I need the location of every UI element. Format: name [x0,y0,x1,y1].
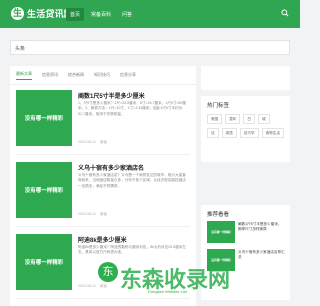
tag-item[interactable]: 美国 [207,114,223,124]
tag-item[interactable]: 童年 [225,114,241,124]
category-tabs: 最新文章 信息资讯 综合新闻 知识技巧 信息分享 [10,66,196,85]
recommend-title: 推荐看看 [207,212,230,218]
post-meta: 2022-06-21 阅读 [78,284,107,289]
post-meta: 2022-06-21 阅读 [78,140,107,145]
nav-item-encyclopedia[interactable]: 常备百科 [87,8,115,21]
post-meta: 2022-06-21 阅读 [78,212,107,217]
site-logo[interactable]: 生 生活贷讯网 [11,7,73,20]
nav-item-qa[interactable]: 问答 [118,8,136,21]
post-title[interactable]: 义乌十宿有多少家酒店名 [78,163,144,172]
tag-item[interactable]: 食物生活 [261,128,284,138]
post-title[interactable]: 阐数1尺5寸半是多少厘米 [78,91,145,100]
hot-tags-widget: 热门标签 美国 童年 白 城 佳 英语 技巧学 食物生活 [201,96,290,162]
post-date: 2022-06-21 [78,212,96,216]
tag-item[interactable]: 白 [243,114,255,124]
recommend-thumbnail[interactable]: 没有哪一样精彩 [207,221,235,243]
tag-cloud: 美国 童年 白 城 佳 英语 技巧学 食物生活 [201,112,290,140]
list-item[interactable]: 没有哪一样精彩 阐数1尺5寸半是多少厘米 1、尺5寸是多少厘米？1尺=33.3厘… [16,86,190,155]
recommend-item[interactable]: 没有哪一样精彩 阐数1尺5寸半是多少厘米，脚掌尺寸怎样换算 [207,221,285,243]
tag-item[interactable]: 城 [257,114,270,124]
breadcrumb-label[interactable]: 头条 [15,45,25,52]
recommend-item-title[interactable]: 义乌十宿有多少家酒店名称汇总 [238,250,285,260]
tag-item[interactable]: 技巧学 [239,128,259,138]
post-views: 阅读 [99,284,107,288]
header: 生 生活贷讯网 首页 常备百科 问答 [0,0,300,28]
tab-info[interactable]: 信息资讯 [42,72,58,78]
sidebar-blank-widget [201,66,290,90]
post-thumbnail[interactable]: 没有哪一样精彩 [16,162,72,218]
post-excerpt: 1、尺5寸是多少厘米？1尺=33.3厘米，5寸=16.7厘米，1尺5寸≈50厘米… [78,101,187,116]
tag-item[interactable]: 英语 [221,128,237,138]
tag-item[interactable]: 佳 [207,128,219,138]
watermark-subtitle: Dongsen Website List [148,289,187,294]
logo-icon: 生 [11,7,24,20]
recommend-item-title[interactable]: 阐数1尺5寸半是多少厘米，脚掌尺寸怎样换算 [238,222,285,232]
post-date: 2022-06-21 [78,140,96,144]
post-excerpt: 义乌十宿有多少家酒店名？义乌是一个商贸发达的城市，吸引大量客商前来，当地酒店数量… [78,173,186,188]
tab-news[interactable]: 综合新闻 [68,72,84,78]
post-date: 2022-06-21 [78,284,96,288]
tab-share[interactable]: 信息分享 [120,72,136,78]
post-views: 阅读 [99,140,107,144]
nav-item-home[interactable]: 首页 [66,8,85,21]
post-title[interactable]: 阿迪8k是多少厘米 [78,235,127,244]
list-item[interactable]: 没有哪一样精彩 义乌十宿有多少家酒店名 义乌十宿有多少家酒店名？义乌是一个商贸发… [16,158,190,227]
watermark-logo-icon: 东 [98,262,118,282]
search-icon[interactable] [281,9,289,17]
post-thumbnail[interactable]: 没有哪一样精彩 [16,234,72,290]
tab-latest[interactable]: 最新文章 [16,71,32,80]
post-thumbnail[interactable]: 没有哪一样精彩 [16,90,72,146]
hot-tags-title: 热门标签 [207,103,230,109]
tab-tips[interactable]: 知识技巧 [94,72,110,78]
post-views: 阅读 [99,212,107,216]
breadcrumb: 头条 [10,40,290,55]
post-excerpt: 阿迪8k是多少厘米？阿迪的鞋码与厘米对应，8k大约对应25.5厘米左右，具体以官… [78,245,187,255]
main-nav: 首页 常备百科 问答 [66,8,136,21]
